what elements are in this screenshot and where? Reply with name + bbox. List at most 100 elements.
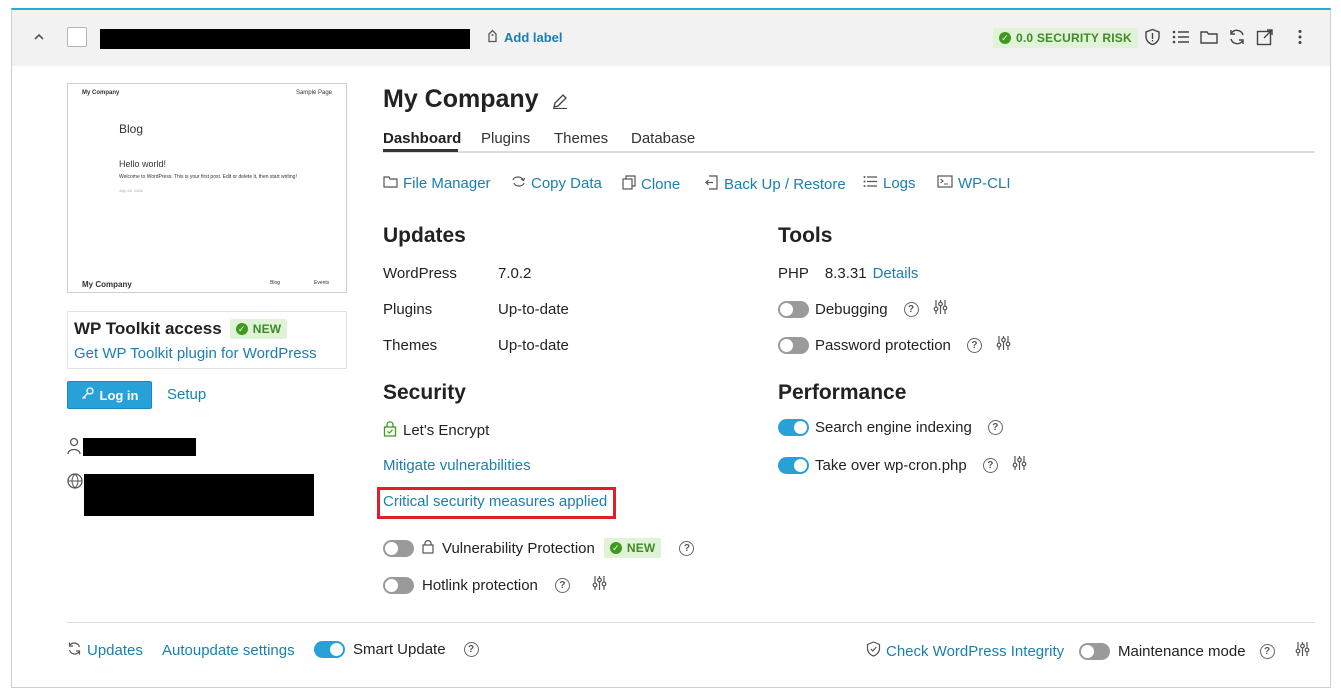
login-button[interactable]: Log in [67, 381, 152, 409]
folder-icon[interactable] [1200, 29, 1218, 49]
backup-restore-link[interactable]: Back Up / Restore [705, 175, 846, 194]
clone-icon [622, 175, 636, 194]
redacted-owner [83, 438, 196, 456]
site-title: My Company [383, 85, 539, 113]
toolkit-title: WP Toolkit access [74, 319, 222, 338]
ssl-row: Let's Encrypt [383, 420, 489, 441]
wp-cron-toggle[interactable] [778, 456, 809, 474]
list-icon[interactable] [1172, 29, 1190, 49]
tab-database[interactable]: Database [631, 130, 695, 147]
settings-sliders-icon[interactable] [933, 299, 948, 319]
setup-link[interactable]: Setup [167, 386, 206, 403]
php-version: 8.3.31 [824, 265, 867, 282]
password-protection-row: Password protection ? [778, 335, 1011, 355]
security-heading: Security [383, 381, 466, 404]
collapse-chevron-icon[interactable] [32, 30, 46, 48]
preview-sample-page: Sample Page [295, 90, 332, 96]
settings-sliders-icon[interactable] [592, 575, 607, 595]
vulnerability-protection-row: Vulnerability Protection ✓ NEW ? [383, 538, 695, 558]
tab-dashboard-active-indicator [383, 149, 458, 152]
wp-cli-label: WP-CLI [958, 175, 1011, 192]
settings-sliders-icon[interactable] [1295, 641, 1310, 661]
logs-label: Logs [883, 175, 916, 192]
hotlink-protection-row: Hotlink protection ? [383, 575, 607, 595]
updates-row-label: Themes [383, 337, 438, 354]
footer-updates-label: Updates [87, 642, 143, 659]
check-icon: ✓ [235, 323, 248, 335]
shield-icon[interactable] [1144, 28, 1161, 50]
help-icon[interactable]: ? [554, 577, 570, 593]
updates-heading: Updates [383, 224, 466, 247]
add-label-button[interactable]: Add label [487, 29, 563, 46]
refresh-icon[interactable] [1228, 28, 1246, 50]
help-icon[interactable]: ? [903, 301, 919, 317]
help-icon[interactable]: ? [982, 457, 998, 473]
performance-heading: Performance [778, 381, 907, 404]
vulnerability-new-badge-text: NEW [626, 541, 656, 555]
debugging-toggle[interactable] [778, 300, 809, 318]
sync-icon [511, 175, 526, 192]
php-label: PHP [778, 265, 809, 282]
help-icon[interactable]: ? [1259, 643, 1275, 659]
vulnerability-protection-toggle[interactable] [383, 539, 414, 557]
check-icon: ✓ [999, 32, 1011, 44]
toolkit-plugin-link[interactable]: Get WP Toolkit plugin for WordPress [74, 345, 317, 362]
shield-check-icon [866, 641, 881, 661]
updates-row-value: 7.0.2 [498, 265, 532, 282]
more-options-icon[interactable] [1297, 29, 1303, 49]
wp-cron-row: Take over wp-cron.php ? [778, 455, 1027, 475]
tools-heading: Tools [778, 224, 833, 247]
help-icon[interactable]: ? [966, 337, 982, 353]
copy-data-link[interactable]: Copy Data [511, 175, 602, 192]
smart-update-toggle[interactable] [314, 641, 345, 658]
footer-updates-link[interactable]: Updates [67, 641, 143, 660]
footer-divider [67, 622, 1315, 623]
check-icon: ✓ [609, 542, 622, 554]
toolkit-new-badge: ✓ NEW [229, 319, 288, 339]
help-icon[interactable]: ? [679, 540, 695, 556]
open-site-icon[interactable] [1256, 28, 1274, 50]
updates-row-label: WordPress [383, 265, 457, 282]
edit-title-icon[interactable] [552, 93, 568, 113]
wp-cli-link[interactable]: WP-CLI [937, 175, 1011, 192]
site-select-checkbox[interactable] [67, 27, 87, 47]
debugging-label: Debugging [815, 300, 888, 318]
php-details-link[interactable]: Details [873, 265, 919, 282]
check-integrity-link[interactable]: Check WordPress Integrity [866, 641, 1064, 661]
preview-footer-events: Events [314, 280, 330, 286]
search-indexing-toggle[interactable] [778, 419, 809, 436]
site-preview-thumbnail[interactable]: My Company Sample Page Blog Hello world!… [67, 83, 347, 293]
autoupdate-settings-link[interactable]: Autoupdate settings [162, 642, 295, 659]
preview-post-excerpt: Welcome to WordPress. This is your first… [119, 174, 297, 180]
tab-themes[interactable]: Themes [554, 130, 608, 147]
password-protection-toggle[interactable] [778, 336, 809, 354]
tab-dashboard[interactable]: Dashboard [383, 130, 461, 147]
updates-row-value: Up-to-date [498, 301, 569, 318]
preview-post-title: Hello world! [119, 159, 167, 169]
maintenance-mode-toggle[interactable] [1079, 642, 1110, 660]
settings-sliders-icon[interactable] [1012, 455, 1027, 475]
mitigate-vulnerabilities-link[interactable]: Mitigate vulnerabilities [383, 457, 531, 474]
clone-link[interactable]: Clone [622, 175, 680, 194]
updates-row-label: Plugins [383, 301, 433, 318]
tag-icon [487, 29, 498, 46]
help-icon[interactable]: ? [987, 420, 1003, 435]
php-row: PHP 8.3.31 Details [778, 265, 918, 282]
terminal-icon [937, 175, 953, 192]
tab-plugins[interactable]: Plugins [481, 130, 530, 147]
logs-link[interactable]: Logs [863, 175, 916, 192]
security-risk-badge[interactable]: ✓ 0.0 SECURITY RISK [993, 28, 1138, 48]
settings-sliders-icon[interactable] [996, 335, 1011, 355]
critical-security-measures-link[interactable]: Critical security measures applied [383, 493, 607, 510]
hotlink-protection-toggle[interactable] [383, 576, 414, 594]
password-protection-label: Password protection [815, 336, 951, 354]
ssl-label: Let's Encrypt [403, 422, 490, 439]
file-manager-link[interactable]: File Manager [383, 175, 491, 192]
check-integrity-label: Check WordPress Integrity [886, 642, 1065, 660]
updates-row-value: Up-to-date [498, 337, 569, 354]
wp-cron-label: Take over wp-cron.php [815, 456, 967, 474]
add-label-text: Add label [504, 30, 563, 45]
help-icon[interactable]: ? [463, 642, 479, 657]
toolkit-new-badge-text: NEW [252, 322, 282, 336]
backup-icon [705, 175, 719, 194]
